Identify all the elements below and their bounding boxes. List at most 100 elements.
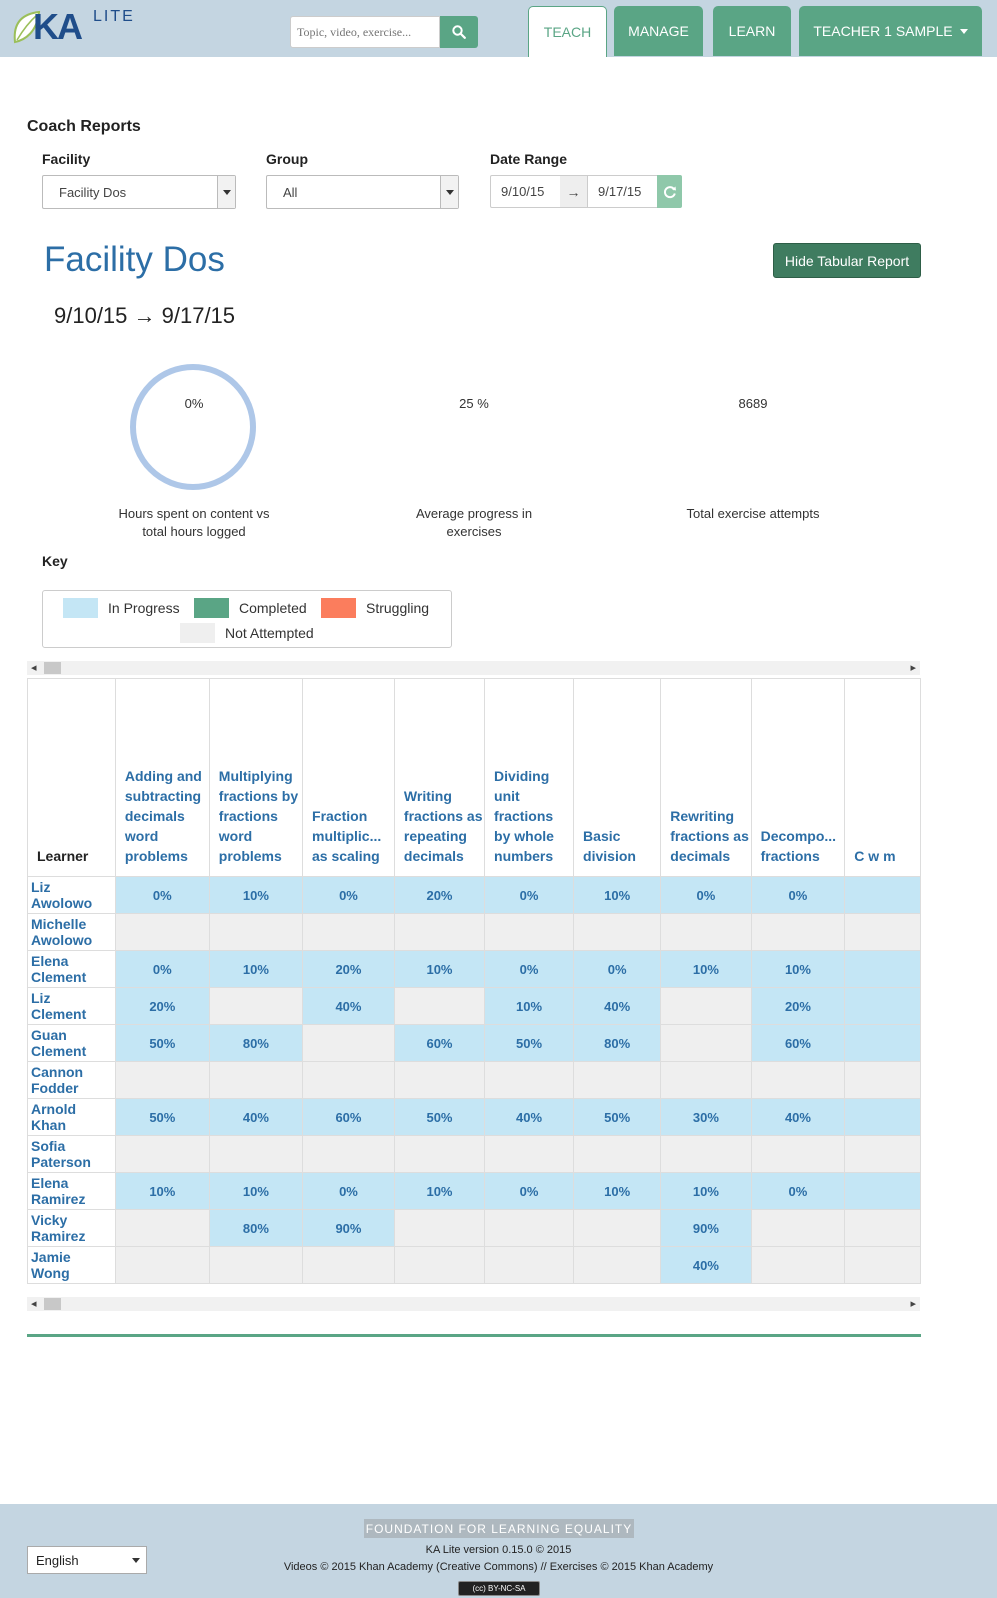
progress-cell[interactable]: 10% <box>750 950 846 988</box>
hide-tabular-report-button[interactable]: Hide Tabular Report <box>773 243 921 278</box>
facility-select[interactable]: Facility Dos <box>42 175 236 209</box>
learner-name-link[interactable]: Michelle Awolowo <box>27 913 116 951</box>
learner-name-link[interactable]: Guan Clement <box>27 1024 116 1062</box>
progress-cell[interactable]: 10% <box>208 876 304 914</box>
progress-cell[interactable] <box>844 950 921 988</box>
progress-cell[interactable]: 40% <box>302 987 395 1025</box>
progress-cell[interactable]: 40% <box>208 1098 304 1136</box>
learner-last-name: Fodder <box>31 1080 79 1096</box>
exercise-header[interactable]: Adding and subtracting decimals word pro… <box>114 678 210 877</box>
exercise-header[interactable]: Decompo... fractions <box>750 678 846 877</box>
progress-cell[interactable]: 30% <box>660 1098 752 1136</box>
progress-cell[interactable]: 40% <box>573 987 662 1025</box>
learner-name-link[interactable]: Arnold Khan <box>27 1098 116 1136</box>
fle-logo[interactable]: FOUNDATION FOR LEARNING EQUALITY <box>364 1519 634 1538</box>
progress-cell <box>484 1209 575 1247</box>
progress-cell[interactable]: 10% <box>114 1172 210 1210</box>
scroll-left-icon[interactable]: ◂ <box>31 1297 37 1311</box>
progress-cell[interactable]: 10% <box>208 1172 304 1210</box>
progress-cell[interactable]: 10% <box>393 950 486 988</box>
progress-cell[interactable]: 10% <box>573 1172 662 1210</box>
progress-cell[interactable]: 10% <box>573 876 662 914</box>
exercise-header[interactable]: Fraction multiplic... as scaling <box>302 678 395 877</box>
progress-cell[interactable] <box>844 987 921 1025</box>
progress-cell[interactable]: 0% <box>114 876 210 914</box>
exercise-header[interactable]: C w m <box>844 678 921 877</box>
exercise-header[interactable]: Rewriting fractions as decimals <box>660 678 752 877</box>
progress-cell[interactable]: 20% <box>302 950 395 988</box>
exercise-header[interactable]: Basic division <box>573 678 662 877</box>
progress-cell[interactable]: 0% <box>484 876 575 914</box>
caret-down-icon <box>959 28 968 34</box>
progress-cell[interactable]: 50% <box>393 1098 486 1136</box>
progress-cell[interactable]: 60% <box>393 1024 486 1062</box>
tab-manage[interactable]: MANAGE <box>614 6 703 56</box>
exercise-header[interactable]: Writing fractions as repeating decimals <box>393 678 486 877</box>
scroll-right-icon[interactable]: ▸ <box>910 1297 916 1311</box>
learner-name-link[interactable]: Liz Awolowo <box>27 876 116 914</box>
learner-name-link[interactable]: Liz Clement <box>27 987 116 1025</box>
learner-name-link[interactable]: Cannon Fodder <box>27 1061 116 1099</box>
progress-cell[interactable] <box>844 1098 921 1136</box>
progress-cell[interactable]: 90% <box>660 1209 752 1247</box>
progress-cell[interactable]: 0% <box>750 1172 846 1210</box>
table-row: Guan Clement 50% 80% 60% 50% 80% 60% <box>27 1024 921 1062</box>
date-end-input[interactable] <box>587 175 658 208</box>
progress-cell[interactable]: 40% <box>484 1098 575 1136</box>
exercise-header[interactable]: Multiplying fractions by fractions word … <box>208 678 304 877</box>
learner-name-link[interactable]: Vicky Ramirez <box>27 1209 116 1247</box>
progress-cell[interactable]: 0% <box>302 1172 395 1210</box>
search-input[interactable] <box>290 16 440 48</box>
progress-cell <box>660 1135 752 1173</box>
progress-cell[interactable]: 80% <box>208 1209 304 1247</box>
progress-cell[interactable]: 60% <box>750 1024 846 1062</box>
progress-cell[interactable] <box>844 876 921 914</box>
progress-cell[interactable]: 50% <box>573 1098 662 1136</box>
progress-cell[interactable]: 50% <box>114 1024 210 1062</box>
progress-cell[interactable]: 80% <box>208 1024 304 1062</box>
refresh-button[interactable] <box>657 175 682 208</box>
progress-cell[interactable]: 10% <box>208 950 304 988</box>
search-button[interactable] <box>440 16 478 48</box>
progress-cell[interactable]: 60% <box>302 1098 395 1136</box>
table-scrollbar-bottom[interactable]: ◂ ▸ <box>27 1297 920 1311</box>
progress-cell[interactable]: 0% <box>302 876 395 914</box>
progress-cell[interactable]: 0% <box>750 876 846 914</box>
progress-cell[interactable]: 10% <box>660 1172 752 1210</box>
learner-name-link[interactable]: Sofia Paterson <box>27 1135 116 1173</box>
progress-cell[interactable]: 10% <box>393 1172 486 1210</box>
progress-cell[interactable]: 0% <box>114 950 210 988</box>
progress-cell[interactable]: 90% <box>302 1209 395 1247</box>
exercise-header[interactable]: Dividing unit fractions by whole numbers <box>484 678 575 877</box>
progress-cell[interactable]: 50% <box>484 1024 575 1062</box>
learner-name-link[interactable]: Elena Clement <box>27 950 116 988</box>
progress-cell[interactable]: 20% <box>393 876 486 914</box>
ka-lite-logo[interactable]: KA LITE <box>11 6 153 48</box>
progress-stat-label-line1: Average progress in <box>415 506 533 521</box>
progress-cell[interactable]: 0% <box>484 1172 575 1210</box>
hours-donut-chart <box>130 364 256 490</box>
scrollbar-thumb[interactable] <box>44 1298 61 1310</box>
tab-learn[interactable]: LEARN <box>713 6 791 56</box>
progress-cell[interactable] <box>844 1172 921 1210</box>
progress-cell[interactable]: 20% <box>114 987 210 1025</box>
progress-cell[interactable] <box>844 1024 921 1062</box>
progress-cell[interactable]: 40% <box>660 1246 752 1284</box>
learner-name-link[interactable]: Elena Ramirez <box>27 1172 116 1210</box>
progress-cell[interactable]: 0% <box>660 876 752 914</box>
progress-cell[interactable]: 20% <box>750 987 846 1025</box>
progress-cell[interactable]: 10% <box>484 987 575 1025</box>
progress-cell[interactable]: 0% <box>484 950 575 988</box>
cc-license-badge[interactable]: (cc) BY-NC-SA <box>458 1581 540 1596</box>
group-select[interactable]: All <box>266 175 459 209</box>
progress-cell[interactable]: 80% <box>573 1024 662 1062</box>
progress-cell[interactable]: 0% <box>573 950 662 988</box>
learner-last-name: Clement <box>31 1006 87 1022</box>
tab-teach[interactable]: TEACH <box>528 6 607 57</box>
learner-name-link[interactable]: Jamie Wong <box>27 1246 116 1284</box>
progress-cell[interactable]: 50% <box>114 1098 210 1136</box>
date-start-input[interactable] <box>490 175 561 208</box>
user-menu-dropdown[interactable]: TEACHER 1 SAMPLE <box>799 6 982 56</box>
progress-cell[interactable]: 40% <box>750 1098 846 1136</box>
progress-cell[interactable]: 10% <box>660 950 752 988</box>
